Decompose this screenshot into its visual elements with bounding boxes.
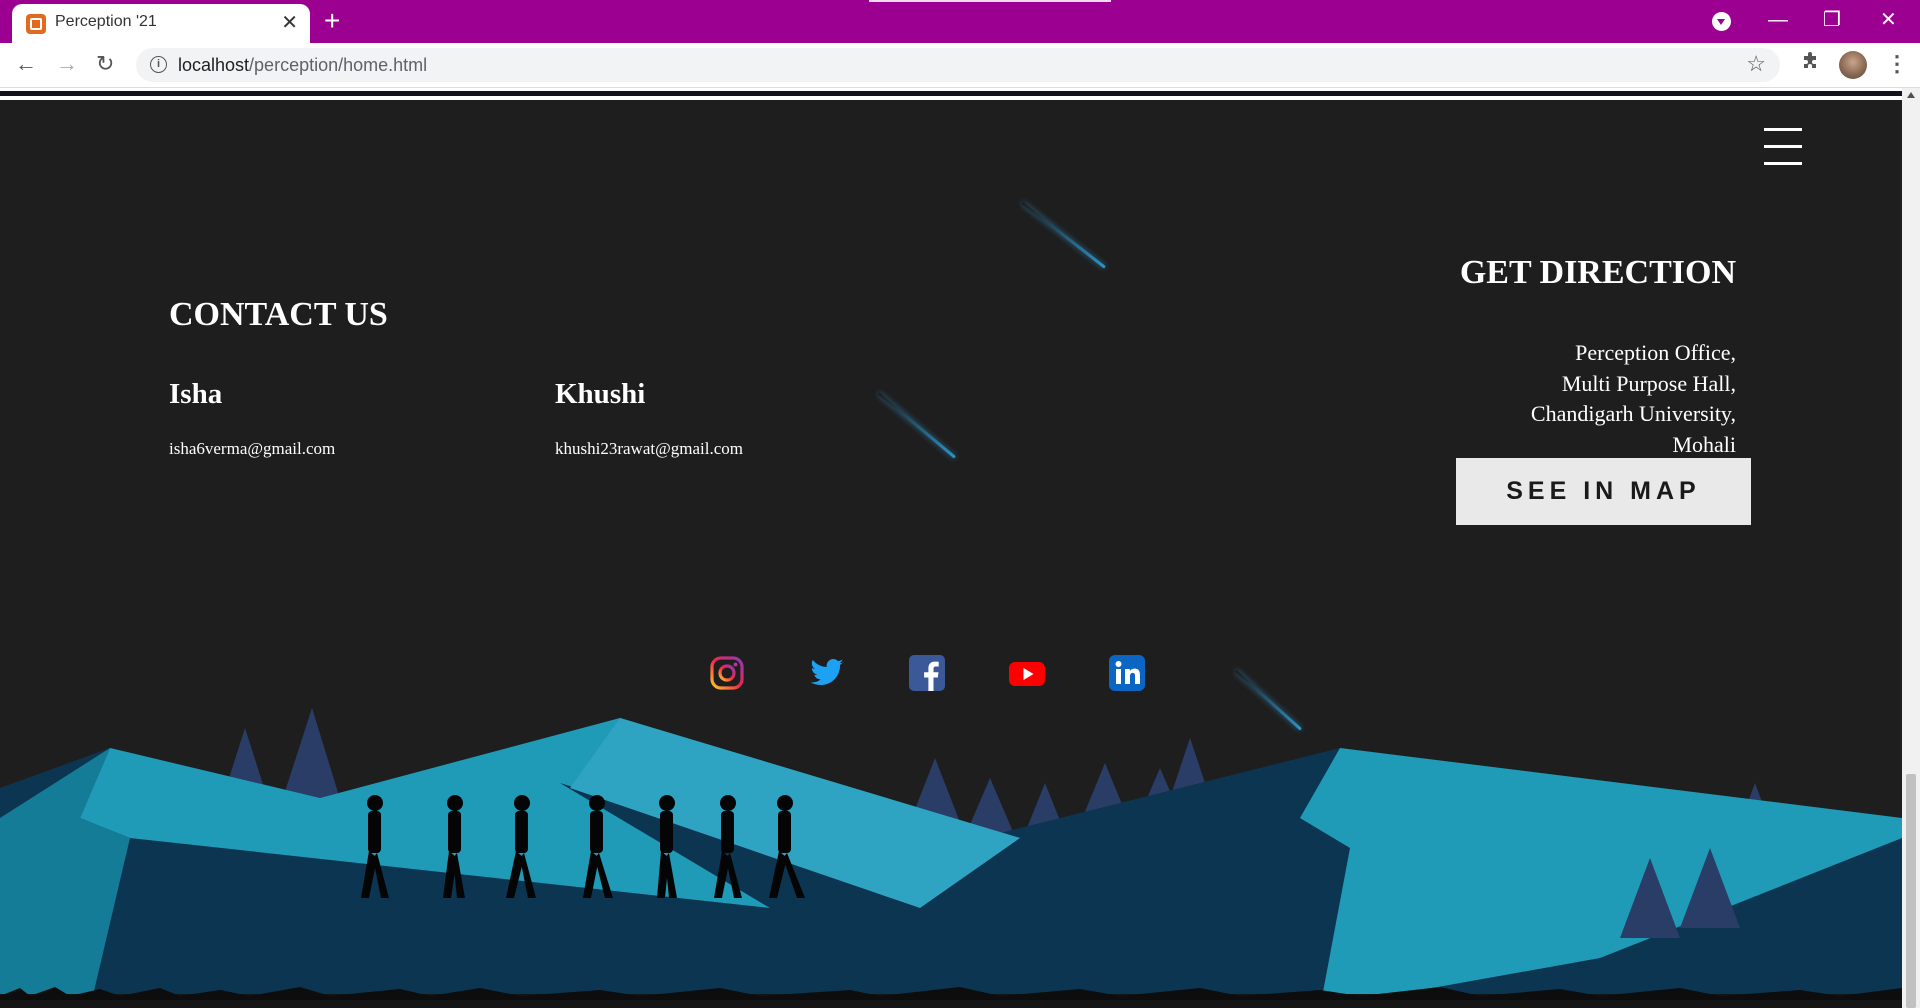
url-host: localhost: [178, 55, 250, 75]
browser-tab[interactable]: Perception '21 ✕: [12, 4, 310, 43]
mountain-landscape-illustration: [0, 708, 1902, 1008]
minimize-button[interactable]: —: [1768, 6, 1788, 34]
office-address: Perception Office, Multi Purpose Hall, C…: [1531, 338, 1736, 460]
page-top-border: [0, 88, 1902, 100]
page-scrollbar[interactable]: [1902, 88, 1920, 1008]
tab-close-icon[interactable]: ✕: [281, 11, 298, 35]
address-bar[interactable]: i localhost/perception/home.html ☆: [136, 48, 1780, 82]
youtube-icon[interactable]: [1009, 655, 1045, 691]
address-line: Multi Purpose Hall,: [1561, 370, 1736, 396]
extensions-puzzle-icon[interactable]: [1800, 52, 1820, 78]
tab-title: Perception '21: [55, 13, 157, 30]
address-line: Mohali: [1672, 431, 1736, 457]
url-text[interactable]: localhost/perception/home.html: [178, 55, 427, 76]
address-line: Perception Office,: [1575, 340, 1736, 365]
restore-button[interactable]: ❐: [1823, 6, 1841, 34]
page-viewport: CONTACT US Isha isha6verma@gmail.com Khu…: [0, 88, 1902, 1008]
contact-name-khushi: Khushi: [555, 378, 646, 410]
meteor-streak: [877, 392, 956, 459]
browser-toolbar: ← → ↻ i localhost/perception/home.html ☆…: [0, 43, 1920, 88]
contact-name-isha: Isha: [169, 378, 223, 410]
twitter-icon[interactable]: [809, 655, 845, 691]
bookmark-star-icon[interactable]: ☆: [1746, 51, 1766, 77]
meteor-streak: [1021, 201, 1106, 269]
forward-arrow-icon[interactable]: →: [56, 49, 78, 79]
see-in-map-button[interactable]: SEE IN MAP: [1456, 458, 1751, 525]
back-arrow-icon[interactable]: ←: [15, 49, 37, 79]
linkedin-icon[interactable]: [1109, 655, 1145, 691]
address-line: Chandigarh University,: [1530, 401, 1736, 426]
profile-avatar[interactable]: [1839, 51, 1867, 79]
tab-bar-highlight: [869, 0, 1111, 2]
contact-email-khushi[interactable]: khushi23rawat@gmail.com: [555, 439, 743, 459]
profile-dropdown-icon[interactable]: [1712, 12, 1731, 31]
hamburger-menu-icon[interactable]: [1764, 128, 1804, 166]
get-direction-heading: GET DIRECTION: [1459, 254, 1736, 291]
reload-icon[interactable]: ↻: [96, 49, 114, 79]
close-window-button[interactable]: ✕: [1880, 6, 1897, 34]
facebook-icon[interactable]: [909, 655, 945, 691]
site-info-icon[interactable]: i: [150, 56, 167, 73]
scrollbar-thumb[interactable]: [1906, 774, 1916, 1008]
browser-tab-bar: Perception '21 ✕ + — ❐ ✕: [0, 0, 1920, 43]
contact-email-isha[interactable]: isha6verma@gmail.com: [169, 439, 335, 459]
scroll-up-arrow-icon[interactable]: [1907, 92, 1915, 98]
url-path: /perception/home.html: [249, 55, 428, 75]
contact-us-heading: CONTACT US: [169, 296, 388, 333]
site-favicon-icon: [26, 14, 46, 34]
browser-menu-icon[interactable]: ⋮: [1886, 49, 1908, 79]
instagram-icon[interactable]: [709, 655, 745, 691]
new-tab-button[interactable]: +: [324, 5, 340, 37]
social-links: [709, 655, 1149, 695]
